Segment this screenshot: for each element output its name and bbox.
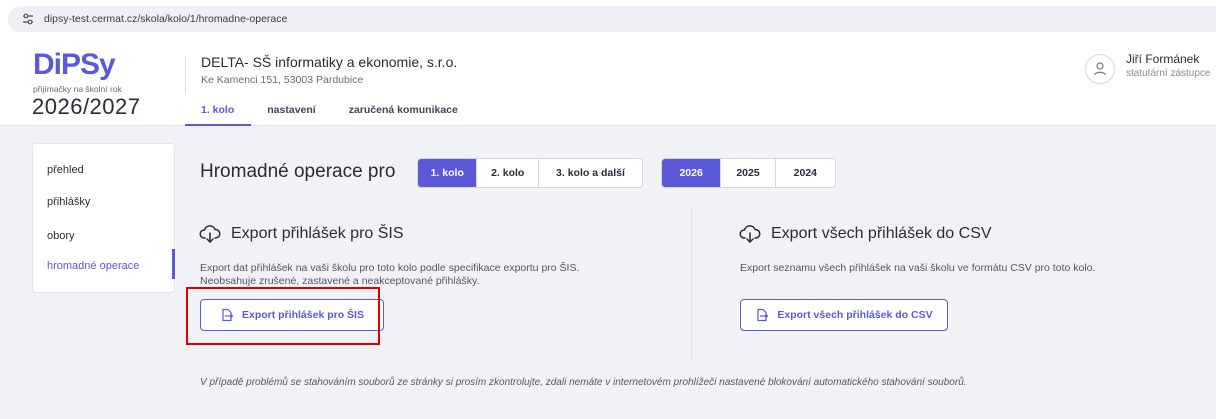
year-selector: 2026 2025 2024	[661, 158, 836, 188]
sidebar-item-prihlasky[interactable]: přihlášky	[47, 196, 90, 208]
user-icon	[1093, 62, 1107, 76]
school-year: 2026/2027	[32, 94, 141, 119]
sidebar-item-hromadne-operace[interactable]: hromadné operace	[47, 260, 139, 272]
csv-export-title: Export všech přihlášek do CSV	[739, 223, 992, 245]
user-role: statutární zástupce	[1126, 68, 1211, 79]
column-divider	[691, 207, 692, 361]
user-avatar[interactable]	[1085, 54, 1115, 84]
school-name: DELTA- SŠ informatiky a ekonomie, s.r.o.	[201, 54, 458, 70]
tab-zarucena-komunikace[interactable]: zaručená komunikace	[333, 98, 475, 126]
sidebar-item-prehled[interactable]: přehled	[47, 164, 84, 176]
download-help-note: V případě problémů se stahováním souborů…	[200, 377, 967, 388]
tab-1-kolo[interactable]: 1. kolo	[185, 98, 252, 126]
cloud-download-icon	[739, 223, 761, 245]
round-1-button[interactable]: 1. kolo	[418, 159, 478, 187]
round-selector: 1. kolo 2. kolo 3. kolo a další	[417, 158, 643, 188]
round-2-button[interactable]: 2. kolo	[477, 159, 539, 187]
sidebar-active-indicator	[172, 249, 175, 279]
url-text: dipsy-test.cermat.cz/skola/kolo/1/hromad…	[44, 13, 288, 25]
dipsy-logo[interactable]: DiPSy	[33, 50, 116, 80]
main-content: Hromadné operace pro 1. kolo 2. kolo 3. …	[177, 143, 1216, 419]
sis-export-title-text: Export přihlášek pro ŠIS	[231, 225, 404, 242]
year-2025-button[interactable]: 2025	[721, 159, 776, 187]
round-3-button[interactable]: 3. kolo a další	[539, 159, 642, 187]
page-title: Hromadné operace pro	[200, 161, 396, 182]
logo-subtitle: přijímačky na školní rok	[33, 84, 122, 94]
sidebar-nav: přehled přihlášky obory hromadné operace	[32, 143, 175, 293]
browser-address-bar: dipsy-test.cermat.cz/skola/kolo/1/hromad…	[0, 0, 1216, 38]
export-csv-button-label: Export všech přihlášek do CSV	[777, 309, 933, 321]
highlight-box	[186, 287, 380, 345]
file-export-icon	[755, 308, 769, 322]
csv-export-title-text: Export všech přihlášek do CSV	[771, 225, 992, 242]
sis-desc-line-1: Export dat přihlášek na vaši školu pro t…	[200, 262, 580, 274]
site-settings-icon[interactable]	[20, 11, 36, 27]
app-header: DiPSy přijímačky na školní rok 2026/2027…	[0, 38, 1216, 126]
sis-export-description: Export dat přihlášek na vaši školu pro t…	[200, 262, 579, 288]
cloud-download-icon	[199, 223, 221, 245]
sis-export-title: Export přihlášek pro ŠIS	[199, 223, 404, 245]
sidebar-item-obory[interactable]: obory	[47, 230, 75, 242]
year-2026-button[interactable]: 2026	[662, 159, 722, 187]
url-field[interactable]: dipsy-test.cermat.cz/skola/kolo/1/hromad…	[8, 6, 1216, 32]
header-divider	[185, 56, 186, 94]
csv-export-description: Export seznamu všech přihlášek na vaši š…	[740, 262, 1096, 274]
header-tabs: 1. kolo nastavení zaručená komunikace	[185, 98, 475, 126]
school-address: Ke Kamenci 151, 53003 Pardubice	[201, 74, 364, 86]
tab-nastaveni[interactable]: nastavení	[251, 98, 332, 126]
year-2024-button[interactable]: 2024	[776, 159, 835, 187]
user-name[interactable]: Jiří Formánek	[1126, 52, 1199, 66]
export-csv-button[interactable]: Export všech přihlášek do CSV	[740, 299, 948, 331]
